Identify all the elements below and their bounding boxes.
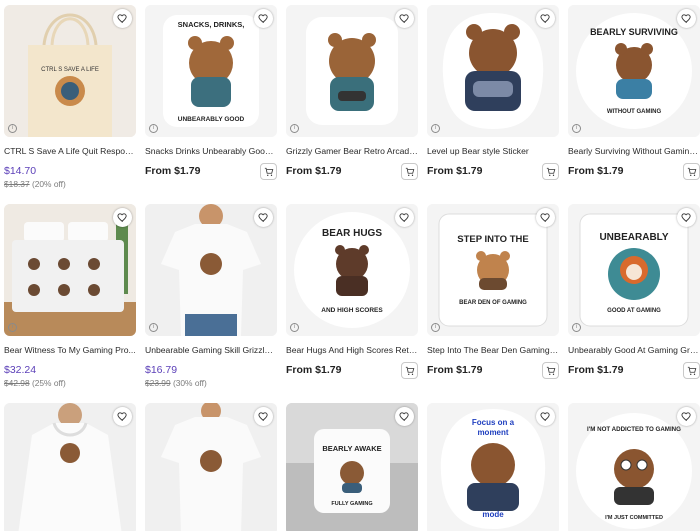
cart-add-icon[interactable] — [260, 163, 277, 180]
product-title[interactable]: Unbearable Gaming Skill Grizzly ... — [145, 345, 277, 355]
heart-icon[interactable] — [536, 407, 555, 426]
heart-icon[interactable] — [677, 208, 696, 227]
pillow-text-bottom: FULLY GAMING — [331, 501, 372, 507]
product-title[interactable]: Bearly Surviving Without Gaming ... — [568, 146, 700, 156]
info-icon[interactable]: i — [431, 124, 440, 133]
sticker-text-bottom: I'M JUST COMMITTED — [605, 515, 663, 521]
sale-price: $14.70 — [4, 165, 37, 177]
product-title[interactable]: Snacks Drinks Unbearably Good ... — [145, 146, 277, 156]
sticker-text-top: I'M NOT ADDICTED TO GAMING — [587, 426, 681, 433]
price-from: From $1.79 — [427, 364, 483, 376]
info-icon[interactable]: i — [290, 323, 299, 332]
sticker-text-bottom: WITHOUT GAMING — [607, 109, 662, 115]
product-title[interactable]: Step Into The Bear Den Gaming R... — [427, 345, 559, 355]
heart-icon[interactable] — [536, 208, 555, 227]
price-from: From $1.79 — [286, 165, 342, 177]
product-title[interactable]: Level up Bear style Sticker — [427, 146, 559, 156]
product-title[interactable]: CTRL S Save A Life Quit Responsi... — [4, 146, 136, 156]
sticker-text-bottom: mode — [482, 510, 504, 519]
sale-price: $32.24 — [4, 364, 37, 376]
cart-add-icon[interactable] — [401, 163, 418, 180]
cart-add-icon[interactable] — [683, 362, 700, 379]
product-title[interactable]: Unbearably Good At Gaming Griz... — [568, 345, 700, 355]
price-from: From $1.79 — [568, 364, 624, 376]
original-price: $42.98 (25% off) — [4, 378, 66, 388]
heart-icon[interactable] — [677, 9, 696, 28]
info-icon[interactable]: i — [8, 124, 17, 133]
pillow-text-top: BEARLY AWAKE — [322, 444, 381, 453]
heart-icon[interactable] — [395, 208, 414, 227]
heart-icon[interactable] — [677, 407, 696, 426]
sticker-text-bottom: AND HIGH SCORES — [321, 307, 383, 314]
product-title[interactable]: Bear Hugs And High Scores Retr... — [286, 345, 418, 355]
heart-icon[interactable] — [395, 407, 414, 426]
price-from: From $1.79 — [145, 165, 201, 177]
heart-icon[interactable] — [395, 9, 414, 28]
svg-text:CTRL S SAVE A LIFE: CTRL S SAVE A LIFE — [41, 67, 99, 73]
info-icon[interactable]: i — [290, 124, 299, 133]
cart-add-icon[interactable] — [401, 362, 418, 379]
heart-icon[interactable] — [113, 9, 132, 28]
heart-icon[interactable] — [254, 9, 273, 28]
heart-icon[interactable] — [536, 9, 555, 28]
sale-price: $16.79 — [145, 364, 178, 376]
heart-icon[interactable] — [254, 208, 273, 227]
price-from: From $1.79 — [568, 165, 624, 177]
heart-icon[interactable] — [113, 407, 132, 426]
product-title[interactable]: Grizzly Gamer Bear Retro Arcade ... — [286, 146, 418, 156]
original-price: $18.37 (20% off) — [4, 179, 66, 189]
heart-icon[interactable] — [113, 208, 132, 227]
sticker-text-top: BEAR HUGS — [322, 228, 382, 239]
sticker-text-mid: moment — [477, 428, 508, 437]
info-icon[interactable]: i — [8, 323, 17, 332]
info-icon[interactable]: i — [572, 323, 581, 332]
price-from: From $1.79 — [427, 165, 483, 177]
product-title[interactable]: Bear Witness To My Gaming Pro... — [4, 345, 136, 355]
cart-add-icon[interactable] — [683, 163, 700, 180]
sticker-text-top: BEARLY SURVIVING — [590, 27, 678, 37]
price-from: From $1.79 — [286, 364, 342, 376]
sticker-text-bottom: UNBEARABLY GOOD — [178, 116, 245, 123]
cart-add-icon[interactable] — [542, 163, 559, 180]
sticker-text-top: UNBEARABLY — [599, 232, 668, 243]
sticker-text-bottom: BEAR DEN OF GAMING — [459, 300, 527, 306]
sticker-text-bottom: GOOD AT GAMING — [607, 308, 661, 314]
cart-add-icon[interactable] — [542, 362, 559, 379]
info-icon[interactable]: i — [149, 323, 158, 332]
sticker-text-top: Focus on a — [472, 418, 515, 427]
sticker-text-top: SNACKS, DRINKS, — [178, 20, 245, 29]
info-icon[interactable]: i — [572, 124, 581, 133]
info-icon[interactable]: i — [431, 323, 440, 332]
sticker-text-top: STEP INTO THE — [457, 234, 528, 245]
heart-icon[interactable] — [254, 407, 273, 426]
original-price: $23.99 (30% off) — [145, 378, 207, 388]
info-icon[interactable]: i — [149, 124, 158, 133]
